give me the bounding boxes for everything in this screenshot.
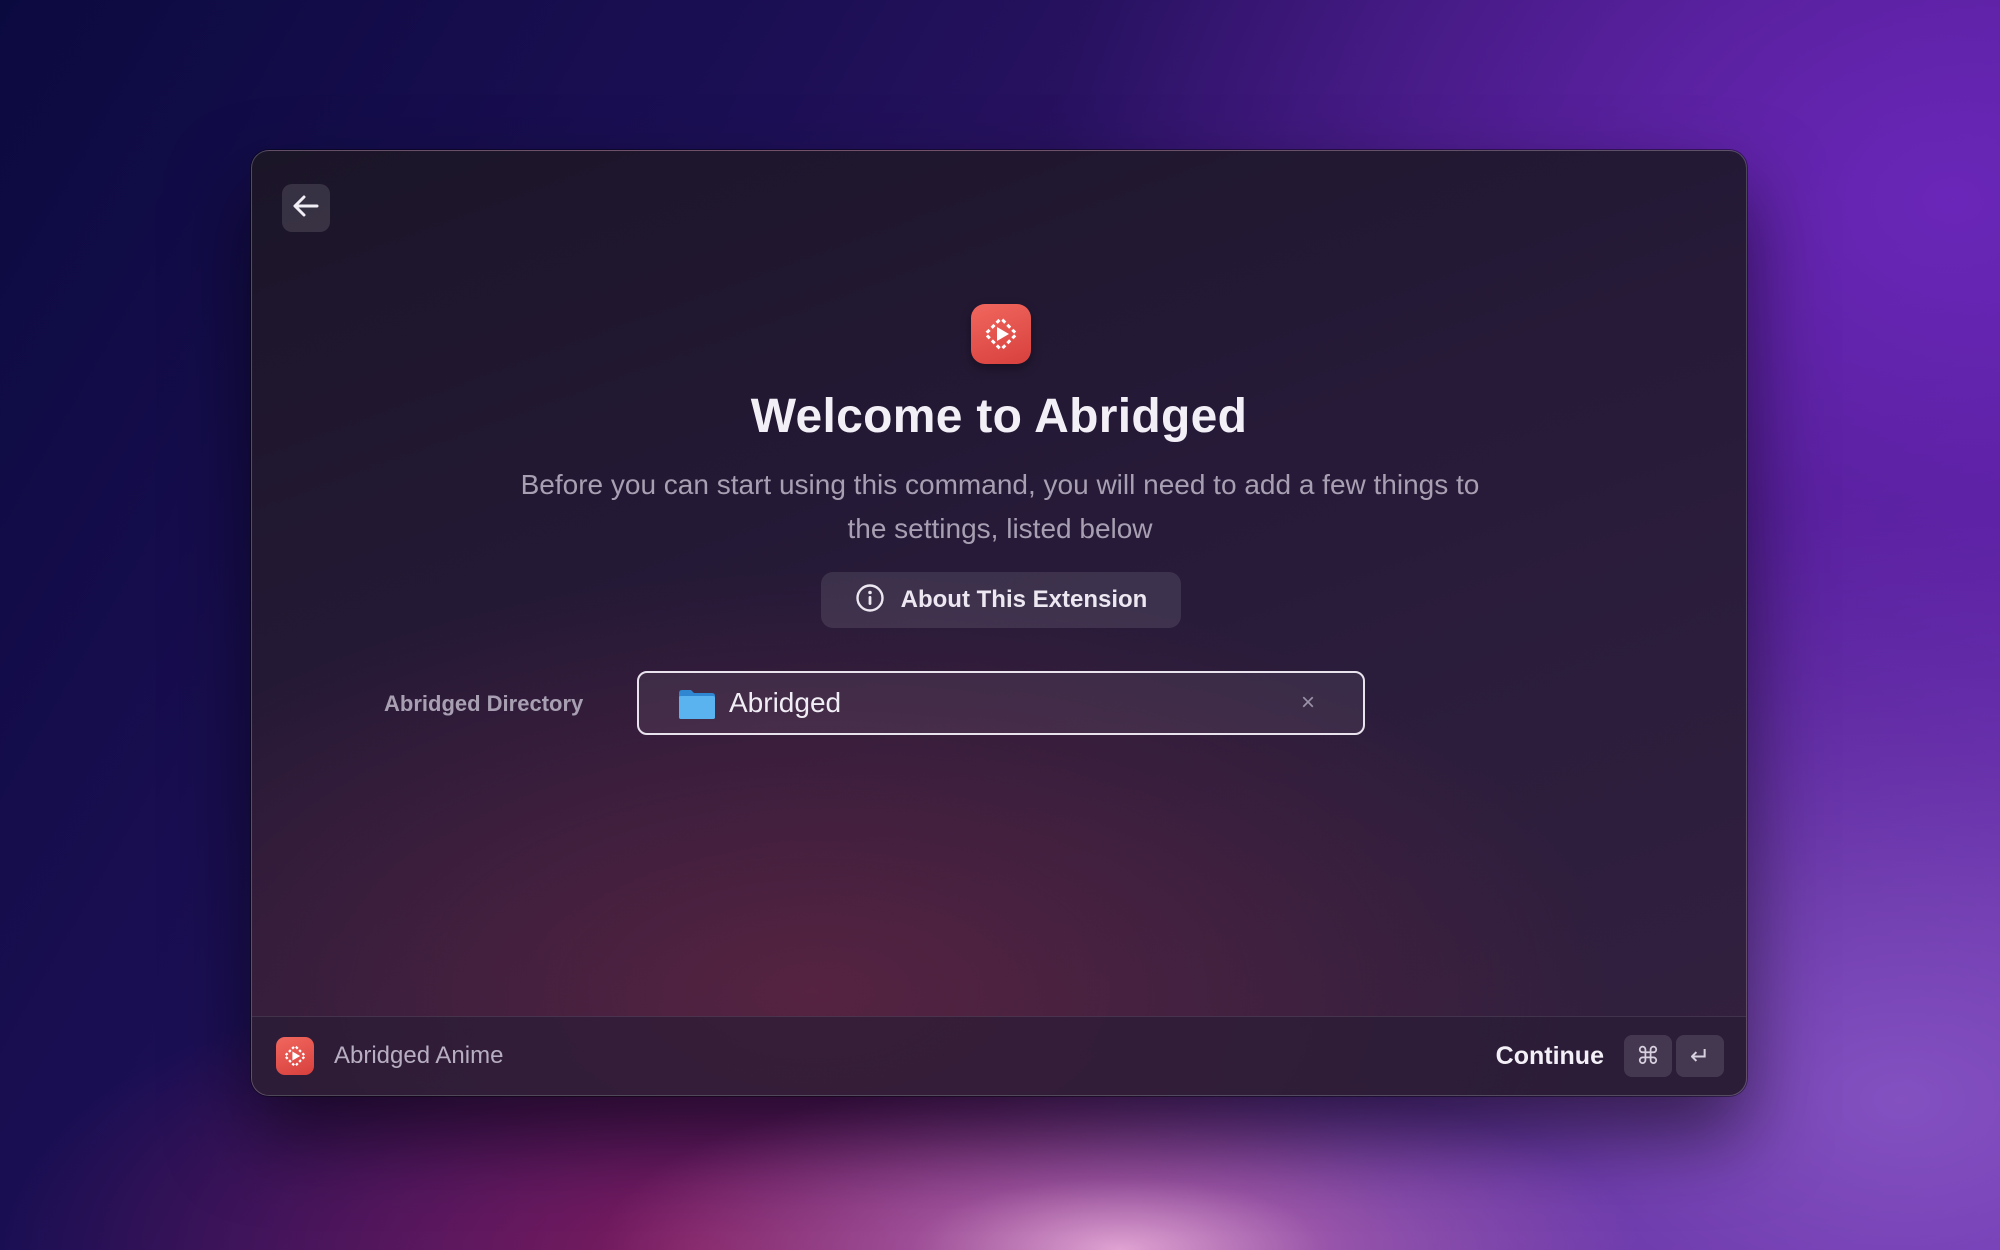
action-bar: Abridged Anime Continue ⌘ ↵ bbox=[252, 1016, 1746, 1095]
info-circle-icon bbox=[855, 583, 885, 618]
continue-button[interactable]: Continue bbox=[1496, 1042, 1604, 1071]
folder-icon bbox=[677, 687, 717, 719]
back-button[interactable] bbox=[282, 184, 330, 232]
abridged-app-icon bbox=[971, 304, 1031, 364]
directory-picker-field[interactable]: Abridged × bbox=[637, 671, 1365, 735]
command-key-icon: ⌘ bbox=[1624, 1035, 1672, 1077]
extension-name: Abridged Anime bbox=[334, 1042, 504, 1069]
abridged-app-icon bbox=[276, 1037, 314, 1075]
close-icon: × bbox=[1300, 689, 1315, 716]
clear-directory-button[interactable]: × bbox=[1293, 688, 1323, 718]
directory-field-label: Abridged Directory bbox=[384, 691, 584, 716]
page-subtitle: Before you can start using this command,… bbox=[520, 469, 1480, 544]
about-extension-button[interactable]: About This Extension bbox=[821, 572, 1181, 628]
page-title: Welcome to Abridged bbox=[750, 390, 1248, 443]
about-extension-label: About This Extension bbox=[900, 586, 1148, 613]
arrow-left-icon bbox=[293, 195, 319, 222]
return-key-icon: ↵ bbox=[1676, 1035, 1724, 1077]
extension-window: Welcome to Abridged Before you can start… bbox=[251, 150, 1747, 1096]
directory-value: Abridged bbox=[729, 687, 842, 718]
